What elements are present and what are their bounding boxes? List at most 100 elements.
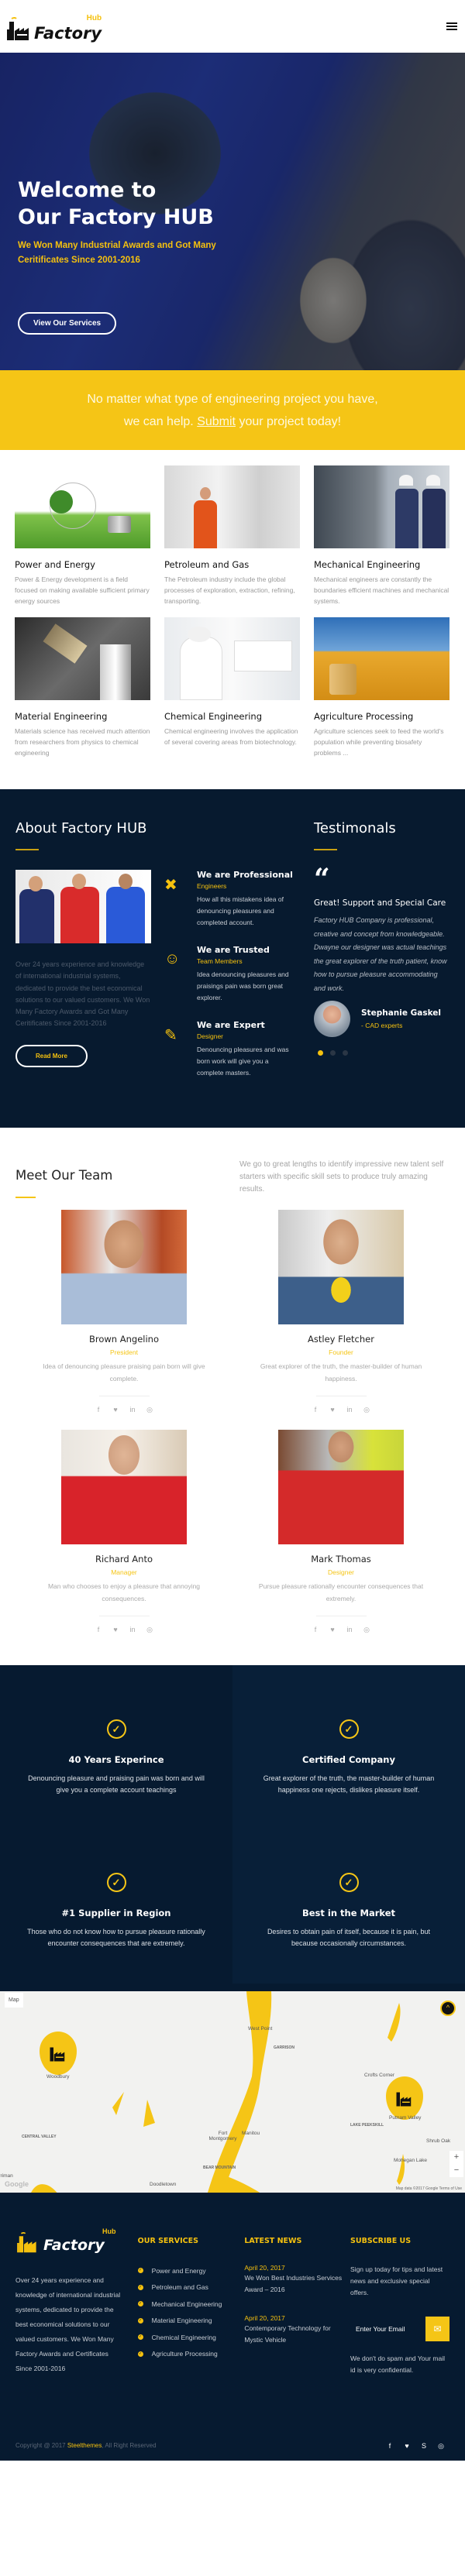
logo-hub-text: Hub (86, 14, 102, 22)
footer-logo[interactable]: Factory Hub (16, 2227, 122, 2254)
location-map[interactable]: Map Woodbury West Point GARRISON Crofts … (0, 1984, 465, 2193)
subscribe-heading: SUBSCRIBE US (350, 2237, 412, 2245)
footer-services-list: ✓ Power and Energy ✓ Petroleum and Gas ✓ Me… (137, 2262, 245, 2363)
testimonials: Testimonals “ Great! Support and Special… (314, 820, 450, 1095)
team-title: Meet Our Team (16, 1168, 113, 1183)
instagram-icon[interactable]: ◎ (358, 1626, 375, 1634)
facebook-icon[interactable]: f (307, 1626, 324, 1634)
testimonial-author: Stephanie Gaskel - CAD experts (314, 1001, 450, 1037)
instagram-icon[interactable]: ◎ (141, 1406, 158, 1414)
copyright: Copyright @ 2017 Steelthemes, All Right … (16, 2442, 157, 2449)
service-card[interactable]: Material Engineering Materials science h… (15, 617, 150, 758)
logo[interactable]: Factory Hub (7, 11, 102, 42)
service-card[interactable]: Agriculture Processing Agriculture scien… (314, 617, 450, 758)
service-image-material (15, 617, 150, 700)
about-workers-image (16, 870, 151, 943)
map-attribution[interactable]: Map data ©2017 Google Terms of Use (396, 2186, 462, 2191)
features-list: ✖ We are Professional Engineers How all … (164, 870, 294, 1095)
steelthemes-link[interactable]: Steelthemes (67, 2442, 102, 2449)
site-header: Factory Hub (0, 0, 465, 53)
feature-item: ☺ We are Trusted Team Members Idea denou… (164, 945, 294, 1004)
check-circle-icon: ✓ (106, 1719, 126, 1739)
instagram-icon[interactable]: ◎ (141, 1626, 158, 1634)
twitter-icon[interactable]: ♥ (107, 1406, 124, 1414)
twitter-icon[interactable]: ♥ (324, 1626, 341, 1634)
facebook-icon[interactable]: f (381, 2442, 398, 2451)
instagram-icon[interactable]: ◎ (358, 1406, 375, 1414)
google-logo: Google (5, 2180, 29, 2188)
footer-service-link[interactable]: ✓ Mechanical Engineering (137, 2296, 245, 2313)
subscribe-text: Sign up today for tips and latest news a… (350, 2265, 443, 2296)
subscribe-button[interactable]: ✉ (425, 2317, 450, 2341)
scroll-to-top-button[interactable]: ^ (440, 2001, 456, 2016)
footer-service-link[interactable]: ✓ Petroleum and Gas (137, 2279, 245, 2296)
service-card[interactable]: Petroleum and Gas The Petroleum industry… (164, 465, 300, 606)
title-underline (314, 849, 337, 850)
factory-icon (396, 2092, 412, 2107)
member-photo (278, 1210, 404, 1324)
footer-service-link[interactable]: ✓ Material Engineering (137, 2313, 245, 2330)
facebook-icon[interactable]: f (90, 1406, 107, 1414)
carousel-dot[interactable] (318, 1050, 323, 1056)
footer-service-link[interactable]: ✓ Power and Energy (137, 2262, 245, 2279)
view-services-button[interactable]: View Our Services (18, 312, 117, 335)
linkedin-icon[interactable]: in (124, 1406, 141, 1414)
facebook-icon[interactable]: f (307, 1406, 324, 1414)
service-card[interactable]: Chemical Engineering Chemical engineerin… (164, 617, 300, 758)
hamburger-icon[interactable] (446, 21, 457, 32)
facebook-icon[interactable]: f (90, 1626, 107, 1634)
submit-link[interactable]: Submit (197, 415, 236, 428)
avatar (314, 1001, 350, 1037)
linkedin-icon[interactable]: in (341, 1406, 358, 1414)
ruler-pencil-icon: ✎ (164, 1027, 177, 1044)
twitter-icon[interactable]: ♥ (324, 1406, 341, 1414)
why-item: ✓ Certified Company Great explorer of th… (232, 1665, 465, 1830)
service-image-chemical (164, 617, 300, 700)
twitter-icon[interactable]: ♥ (398, 2442, 415, 2451)
team-member-card: Astley Fletcher Founder Great explorer o… (232, 1210, 450, 1414)
about-title: About Factory HUB (16, 820, 147, 836)
footer-social-links: f ♥ S ◎ (381, 2442, 450, 2451)
twitter-icon[interactable]: ♥ (107, 1626, 124, 1634)
skype-icon[interactable]: S (415, 2442, 432, 2451)
hero-title: Welcome to Our Factory HUB (18, 178, 214, 229)
member-photo (278, 1430, 404, 1544)
factory-icon (50, 2047, 65, 2062)
services-grid: Power and Energy Power & Energy developm… (0, 450, 465, 789)
service-image-power (15, 465, 150, 548)
subscribe-form: ✉ (350, 2317, 450, 2341)
linkedin-icon[interactable]: in (341, 1626, 358, 1634)
check-icon: ✓ (137, 2334, 143, 2341)
services-heading: OUR SERVICES (137, 2237, 198, 2245)
instagram-icon[interactable]: ◎ (432, 2442, 450, 2451)
footer-service-link[interactable]: ✓ Agriculture Processing (137, 2346, 245, 2363)
team-member-card: Mark Thomas Designer Pursue pleasure rat… (232, 1430, 450, 1634)
service-card[interactable]: Power and Energy Power & Energy developm… (15, 465, 150, 606)
carousel-dot[interactable] (330, 1050, 336, 1056)
email-input[interactable] (350, 2317, 426, 2341)
zoom-in-button[interactable]: + (450, 2151, 463, 2164)
service-image-petroleum (164, 465, 300, 548)
social-links: f ♥ in ◎ (16, 1406, 232, 1414)
hero-content: Welcome to Our Factory HUB We Won Many I… (18, 177, 219, 335)
linkedin-icon[interactable]: in (124, 1626, 141, 1634)
factory-logo-icon (7, 17, 29, 40)
about-text: Over 24 years experience and knowledge o… (16, 960, 150, 1028)
service-card[interactable]: Mechanical Engineering Mechanical engine… (314, 465, 450, 606)
zoom-out-button[interactable]: − (450, 2164, 463, 2177)
map-type-button[interactable]: Map (5, 1993, 23, 2008)
footer-service-link[interactable]: ✓ Chemical Engineering (137, 2329, 245, 2346)
carousel-dot[interactable] (343, 1050, 348, 1056)
feature-item: ✎ We are Expert Designer Denouncing plea… (164, 1020, 294, 1079)
testimonial-text: Factory HUB Company is professional, cre… (314, 916, 447, 992)
social-links: f ♥ in ◎ (16, 1626, 232, 1634)
tools-icon: ✖ (164, 877, 177, 894)
news-item: April 20, 2017 We Won Best Industries Se… (244, 2264, 343, 2293)
check-icon: ✓ (137, 2301, 143, 2307)
check-icon: ✓ (137, 2268, 143, 2274)
social-links: f ♥ in ◎ (232, 1626, 450, 1634)
hero-subtitle: We Won Many Industrial Awards and Got Ma… (18, 241, 216, 265)
read-more-button[interactable]: Read More (16, 1044, 88, 1067)
member-photo (61, 1430, 187, 1544)
cta-banner: No matter what type of engineering proje… (0, 370, 465, 450)
